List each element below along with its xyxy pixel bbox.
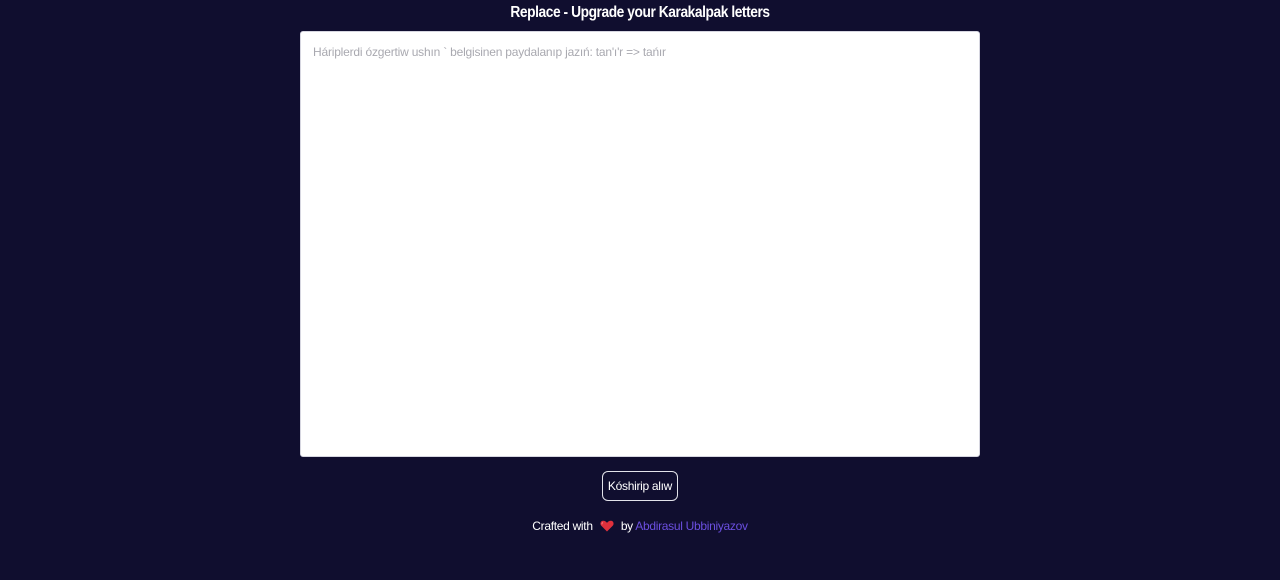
heart-icon — [600, 519, 614, 537]
author-link[interactable]: Abdirasul Ubbiniyazov — [635, 519, 748, 533]
footer: Crafted with by Abdirasul Ubbiniyazov — [0, 517, 1280, 537]
text-input-area[interactable] — [300, 31, 980, 457]
crafted-with-label: Crafted with — [532, 519, 593, 533]
copy-button[interactable]: Kóshirip alıw — [602, 471, 678, 501]
page-title: Replace - Upgrade your Karakalpak letter… — [510, 4, 770, 21]
by-label: by — [620, 519, 633, 533]
